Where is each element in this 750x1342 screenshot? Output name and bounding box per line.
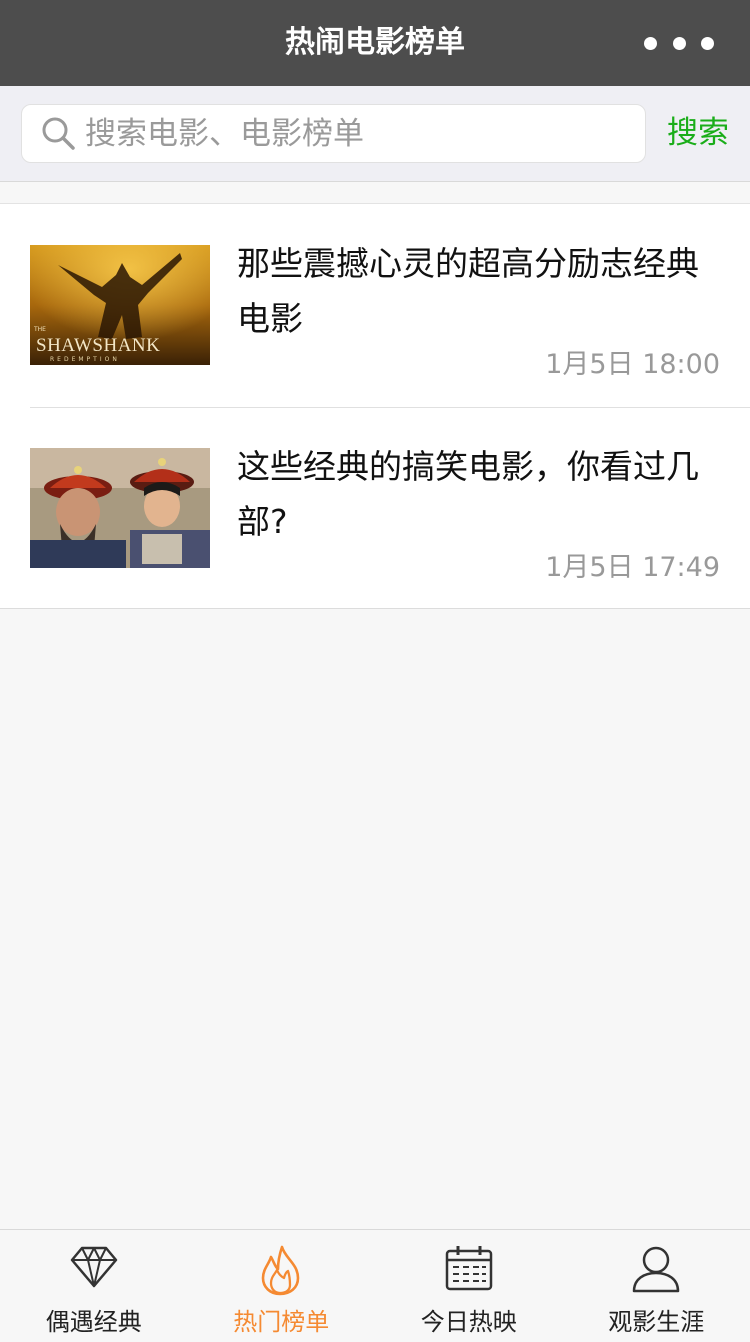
tab-label: 今日热映 xyxy=(420,1308,517,1336)
search-icon xyxy=(42,117,75,150)
tab-encounter-classics[interactable]: 偶遇经典 xyxy=(0,1230,188,1342)
article-time: 1月5日 18:00 xyxy=(545,349,720,380)
article-thumbnail xyxy=(30,448,210,568)
svg-text:REDEMPTION: REDEMPTION xyxy=(50,356,120,363)
app-page: 热闹电影榜单 搜索电影、电影榜单 搜索 THE SHAWSHANK REDEMP… xyxy=(0,0,750,1342)
article-title[interactable]: 那些震撼心灵的超高分励志经典电影 xyxy=(237,236,723,346)
search-bar: 搜索 xyxy=(0,86,750,182)
search-button[interactable]: 搜索 xyxy=(667,108,733,158)
search-box[interactable] xyxy=(21,104,646,163)
tab-viewing-career[interactable]: 观影生涯 xyxy=(563,1230,750,1342)
article-time: 1月5日 17:49 xyxy=(545,552,720,583)
tab-label: 热门榜单 xyxy=(233,1308,330,1336)
calendar-icon xyxy=(445,1246,492,1291)
title-bar: 热闹电影榜单 xyxy=(0,0,750,86)
more-dots-icon[interactable] xyxy=(644,30,714,56)
search-input[interactable] xyxy=(85,105,645,162)
list-item[interactable]: 这些经典的搞笑电影，你看过几部? 1月5日 17:49 xyxy=(0,407,750,610)
user-icon xyxy=(633,1246,680,1293)
diamond-icon xyxy=(70,1246,117,1288)
tab-bar: 偶遇经典 热门榜单 今日热映 观影生涯 xyxy=(0,1229,750,1342)
flame-icon xyxy=(261,1245,300,1296)
tab-label: 观影生涯 xyxy=(608,1308,705,1336)
list-item[interactable]: THE SHAWSHANK REDEMPTION 那些震撼心灵的超高分励志经典电… xyxy=(0,204,750,407)
svg-text:SHAWSHANK: SHAWSHANK xyxy=(36,335,160,356)
svg-text:THE: THE xyxy=(33,326,46,333)
article-list: THE SHAWSHANK REDEMPTION 那些震撼心灵的超高分励志经典电… xyxy=(0,203,750,609)
tab-today-showing[interactable]: 今日热映 xyxy=(375,1230,563,1342)
article-title[interactable]: 这些经典的搞笑电影，你看过几部? xyxy=(237,439,723,549)
tab-label: 偶遇经典 xyxy=(45,1308,142,1336)
tab-hot-lists[interactable]: 热门榜单 xyxy=(188,1230,376,1342)
article-thumbnail: THE SHAWSHANK REDEMPTION xyxy=(30,245,210,365)
page-title: 热闹电影榜单 xyxy=(285,25,465,60)
